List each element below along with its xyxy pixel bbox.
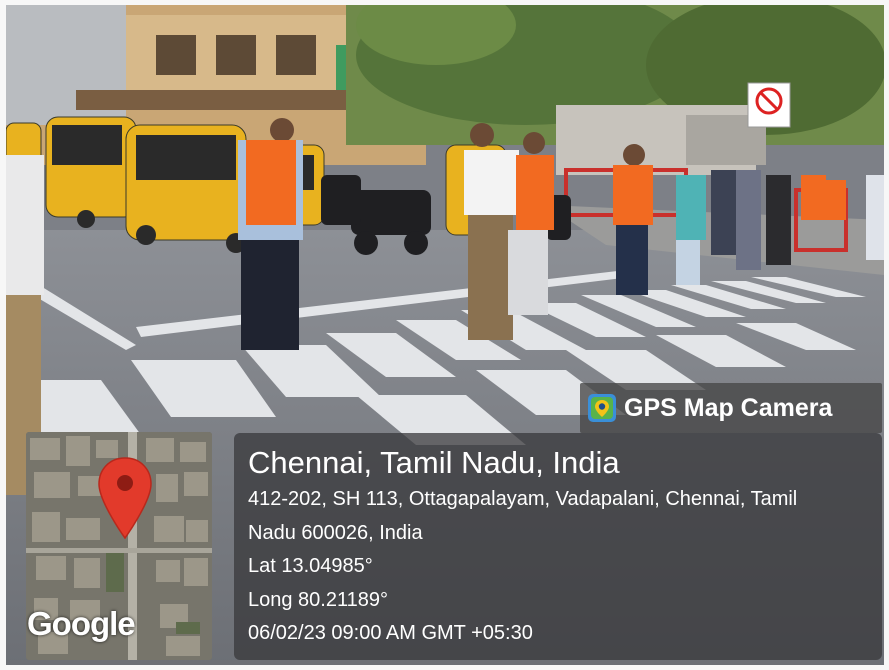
gps-map-camera-icon: [588, 394, 616, 422]
google-logo: Google: [27, 605, 136, 642]
location-map-thumbnail: Google: [26, 432, 212, 660]
photo-frame: GPS Map Camera Google Chennai, Tamil Nad…: [6, 5, 884, 665]
gps-map-camera-label: GPS Map Camera: [624, 393, 833, 422]
address-line-2: Nadu 600026, India: [248, 522, 423, 544]
latitude: Lat 13.04985°: [248, 555, 373, 577]
location-title: Chennai, Tamil Nadu, India: [248, 445, 620, 480]
map-pin-icon: [98, 457, 152, 540]
gps-map-camera-badge: GPS Map Camera: [580, 383, 882, 433]
location-info-panel: Chennai, Tamil Nadu, India 412-202, SH 1…: [234, 433, 882, 660]
longitude: Long 80.21189°: [248, 589, 388, 611]
datetime: 06/02/23 09:00 AM GMT +05:30: [248, 622, 533, 644]
address-line-1: 412-202, SH 113, Ottagapalayam, Vadapala…: [248, 488, 798, 510]
